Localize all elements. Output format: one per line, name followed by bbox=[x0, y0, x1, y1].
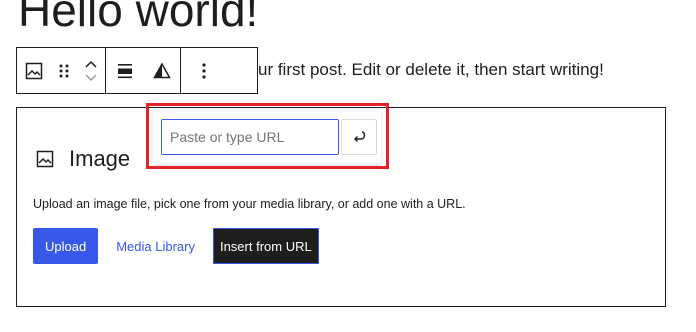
image-block-actions: Upload Media Library Insert from URL bbox=[33, 228, 319, 264]
url-submit-button[interactable] bbox=[341, 119, 377, 155]
enter-icon bbox=[354, 131, 366, 142]
move-down-icon[interactable] bbox=[84, 73, 98, 83]
image-block-title: Image bbox=[69, 146, 131, 171]
drag-handle-button[interactable] bbox=[51, 48, 77, 93]
post-title[interactable]: Hello world! bbox=[18, 0, 258, 38]
image-icon bbox=[36, 150, 54, 168]
image-block-instructions: Upload an image file, pick one from your… bbox=[33, 197, 466, 211]
align-button[interactable] bbox=[106, 48, 143, 93]
block-mover bbox=[77, 48, 105, 93]
move-up-icon[interactable] bbox=[84, 59, 98, 69]
align-icon bbox=[117, 63, 132, 78]
contrast-icon bbox=[152, 61, 171, 78]
block-type-image-button[interactable] bbox=[17, 48, 51, 93]
more-options-icon bbox=[202, 62, 206, 79]
url-popover bbox=[153, 112, 381, 164]
insert-from-url-button[interactable]: Insert from URL bbox=[212, 228, 319, 264]
media-library-button[interactable]: Media Library bbox=[104, 228, 207, 264]
toolbar-group-block bbox=[17, 48, 106, 93]
block-toolbar bbox=[16, 47, 258, 94]
paragraph-text: ur first post. Edit or delete it, then s… bbox=[258, 60, 604, 79]
upload-button[interactable]: Upload bbox=[33, 228, 99, 264]
image-icon bbox=[25, 62, 43, 79]
more-options-button[interactable] bbox=[181, 48, 227, 93]
url-input[interactable] bbox=[161, 119, 339, 155]
toolbar-group-more bbox=[181, 48, 227, 93]
duotone-button[interactable] bbox=[143, 48, 180, 93]
image-block-label: Image bbox=[35, 146, 130, 172]
drag-handle-icon bbox=[59, 64, 69, 77]
toolbar-group-alignment bbox=[106, 48, 181, 93]
